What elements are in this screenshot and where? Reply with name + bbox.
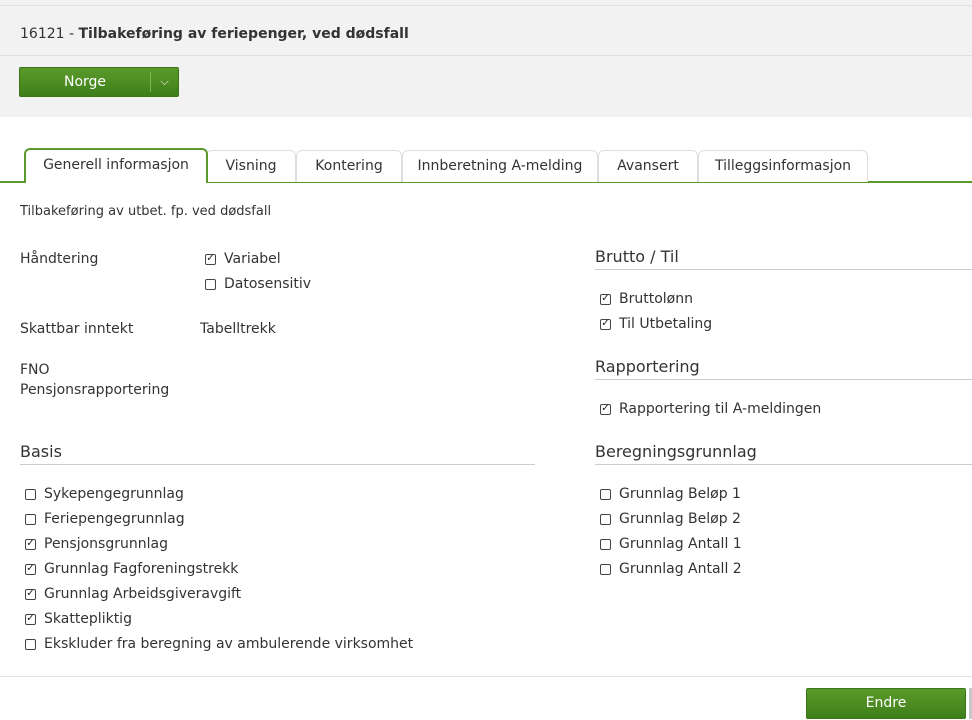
pension-reporting-label: Pensjonsrapportering — [20, 382, 170, 398]
taxable-income-label: Skattbar inntekt — [20, 321, 134, 337]
checkbox[interactable] — [205, 278, 216, 290]
checkbox[interactable] — [600, 488, 611, 500]
fno-label: FNO — [20, 362, 50, 378]
edit-button[interactable]: Endre — [806, 688, 966, 719]
calc-basis-item[interactable]: Grunnlag Antall 2 — [600, 561, 742, 577]
checkbox-label: Rapportering til A-meldingen — [619, 401, 822, 417]
checkbox[interactable] — [25, 513, 36, 525]
gross-item[interactable]: ✓ Til Utbetaling — [600, 316, 712, 332]
country-button-label: Norge — [63, 74, 107, 90]
checkbox[interactable]: ✓ — [600, 293, 611, 305]
checkbox[interactable]: ✓ — [600, 403, 611, 415]
checkbox[interactable]: ✓ — [600, 318, 611, 330]
tab-innberetning-a-melding[interactable]: Innberetning A-melding — [402, 150, 598, 182]
checkbox-label: Datosensitiv — [224, 276, 312, 292]
title-separator: - — [64, 26, 79, 42]
handling-option-variabel[interactable]: ✓ Variabel — [205, 251, 281, 267]
checkbox[interactable] — [600, 563, 611, 575]
checkbox-label: Grunnlag Fagforeningstrekk — [44, 561, 239, 577]
checkbox-label: Pensjonsgrunnlag — [44, 536, 168, 552]
header-divider-top — [0, 5, 972, 6]
gross-divider — [595, 269, 972, 270]
checkbox-label: Feriepengegrunnlag — [44, 511, 185, 527]
tab-bar: Generell informasjon Visning Kontering I… — [0, 148, 972, 183]
handling-label: Håndtering — [20, 251, 99, 267]
checkbox-label: Grunnlag Beløp 1 — [619, 486, 741, 502]
page-title: 16121 - Tilbakeføring av feriepenger, ve… — [20, 26, 409, 42]
basis-item[interactable]: Ekskluder fra beregning av ambulerende v… — [25, 636, 413, 652]
calc-basis-title: Beregningsgrunnlag — [595, 442, 757, 461]
checkbox[interactable] — [25, 638, 36, 650]
checkbox[interactable]: ✓ — [25, 538, 36, 550]
tab-tilleggsinformasjon[interactable]: Tilleggsinformasjon — [698, 150, 868, 182]
country-dropdown-button[interactable]: Norge ⌵ — [19, 67, 179, 97]
checkbox-label: Skattepliktig — [44, 611, 132, 627]
calc-basis-divider — [595, 464, 972, 465]
basis-item[interactable]: Sykepengegrunnlag — [25, 486, 184, 502]
basis-item[interactable]: Feriepengegrunnlag — [25, 511, 185, 527]
checkbox[interactable]: ✓ — [205, 253, 216, 265]
calc-basis-item[interactable]: Grunnlag Beløp 2 — [600, 511, 741, 527]
tab-generell-informasjon[interactable]: Generell informasjon — [24, 148, 208, 183]
checkbox-label: Variabel — [224, 251, 281, 267]
checkbox-label: Bruttolønn — [619, 291, 693, 307]
reporting-item[interactable]: ✓ Rapportering til A-meldingen — [600, 401, 821, 417]
header-bar: 16121 - Tilbakeføring av feriepenger, ve… — [0, 0, 972, 117]
chevron-down-icon[interactable]: ⌵ — [151, 68, 178, 96]
basis-item[interactable]: ✓ Skattepliktig — [25, 611, 132, 627]
checkbox[interactable]: ✓ — [25, 588, 36, 600]
taxable-income-value: Tabelltrekk — [200, 321, 276, 337]
basis-item[interactable]: ✓ Grunnlag Fagforeningstrekk — [25, 561, 238, 577]
basis-item[interactable]: ✓ Grunnlag Arbeidsgiveravgift — [25, 586, 241, 602]
checkbox[interactable]: ✓ — [25, 563, 36, 575]
basis-title: Basis — [20, 442, 62, 461]
basis-divider — [20, 464, 535, 465]
tab-kontering[interactable]: Kontering — [296, 150, 402, 182]
reporting-title: Rapportering — [595, 357, 700, 376]
page-name: Tilbakeføring av feriepenger, ved dødsfa… — [78, 26, 409, 42]
gross-item[interactable]: ✓ Bruttolønn — [600, 291, 693, 307]
checkbox-label: Grunnlag Antall 2 — [619, 561, 742, 577]
handling-option-datosensitiv[interactable]: Datosensitiv — [205, 276, 311, 292]
checkbox[interactable]: ✓ — [25, 613, 36, 625]
reporting-divider — [595, 379, 972, 380]
footer-divider — [0, 676, 972, 677]
calc-basis-item[interactable]: Grunnlag Beløp 1 — [600, 486, 741, 502]
checkbox-label: Grunnlag Antall 1 — [619, 536, 742, 552]
calc-basis-item[interactable]: Grunnlag Antall 1 — [600, 536, 742, 552]
checkbox-label: Grunnlag Beløp 2 — [619, 511, 741, 527]
checkbox[interactable] — [600, 513, 611, 525]
tab-visning[interactable]: Visning — [206, 150, 296, 182]
checkbox[interactable] — [600, 538, 611, 550]
basis-item[interactable]: ✓ Pensjonsgrunnlag — [25, 536, 168, 552]
gross-title: Brutto / Til — [595, 247, 679, 266]
header-divider — [0, 55, 972, 56]
checkbox-label: Sykepengegrunnlag — [44, 486, 184, 502]
page-code: 16121 — [20, 26, 65, 42]
checkbox-label: Til Utbetaling — [619, 316, 713, 332]
description-text: Tilbakeføring av utbet. fp. ved dødsfall — [20, 204, 272, 219]
checkbox-label: Ekskluder fra beregning av ambulerende v… — [44, 636, 414, 652]
tab-avansert[interactable]: Avansert — [598, 150, 698, 182]
checkbox-label: Grunnlag Arbeidsgiveravgift — [44, 586, 242, 602]
checkbox[interactable] — [25, 488, 36, 500]
